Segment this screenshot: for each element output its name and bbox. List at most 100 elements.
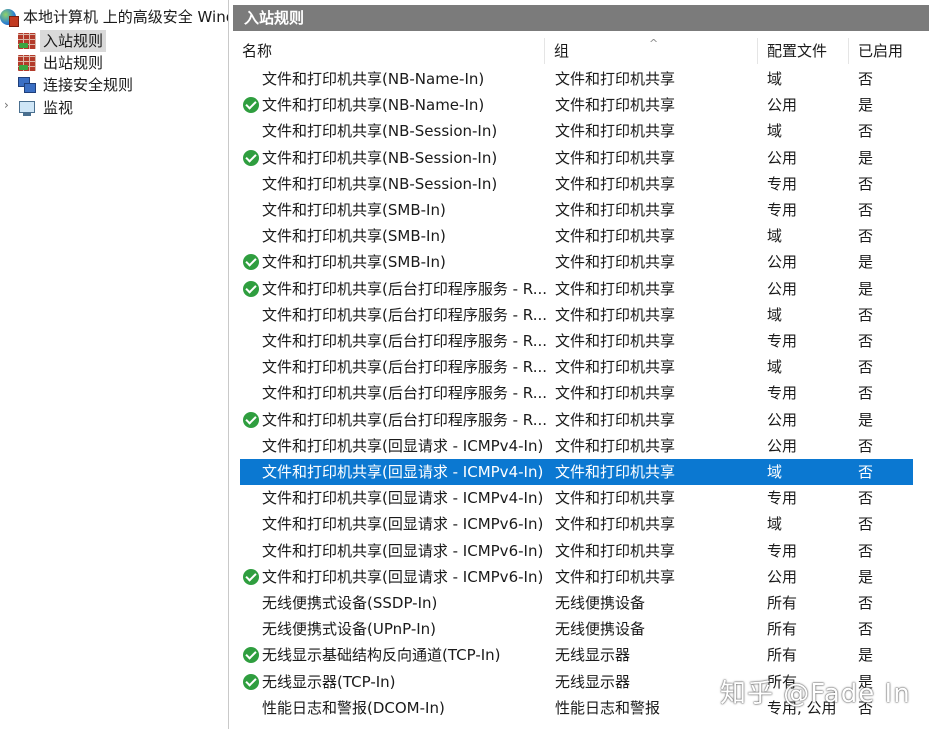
rule-enabled-cell: 否 (858, 384, 874, 403)
rule-enabled-cell: 否 (858, 515, 874, 534)
table-row[interactable]: 文件和打印机共享(回显请求 - ICMPv6-In) 文件和打印机共享 域 否 (240, 511, 913, 537)
enabled-check-icon (243, 254, 259, 271)
inbound-rules-icon (18, 33, 36, 49)
rule-group-cell: 文件和打印机共享 (555, 358, 676, 377)
rule-name-cell: 文件和打印机共享(回显请求 - ICMPv6-In) (262, 541, 544, 560)
rule-profile-cell: 公用 (767, 148, 798, 167)
table-row[interactable]: 无线便携式设备(UPnP-In) 无线便携设备 所有 否 (240, 616, 913, 642)
rule-profile-cell: 所有 (767, 620, 798, 639)
table-row[interactable]: 文件和打印机共享(回显请求 - ICMPv4-In) 文件和打印机共享 公用 否 (240, 433, 913, 459)
rule-profile-cell: 所有 (767, 646, 798, 665)
rule-name-cell: 文件和打印机共享(SMB-In) (262, 201, 446, 219)
rule-name-cell: 无线显示器(TCP-In) (262, 672, 396, 691)
column-header-name[interactable]: 名称 (233, 38, 545, 64)
table-row[interactable]: 文件和打印机共享(SMB-In) 文件和打印机共享 公用 是 (240, 249, 913, 275)
rule-enabled-cell: 是 (858, 96, 874, 115)
enabled-check-icon (243, 647, 259, 664)
rule-profile-cell: 专用 (767, 174, 798, 193)
rule-name-cell: 文件和打印机共享(NB-Name-In) (262, 96, 485, 115)
rule-name-cell: 文件和打印机共享(后台打印程序服务 - R... (262, 410, 547, 429)
rule-profile-cell: 域 (767, 70, 783, 88)
column-header-label: 已启用 (858, 42, 904, 60)
table-row[interactable]: 文件和打印机共享(后台打印程序服务 - R... 文件和打印机共享 专用 否 (240, 328, 913, 354)
rule-name-cell: 性能日志和警报(DCOM-In) (262, 698, 445, 717)
table-row[interactable]: 文件和打印机共享(后台打印程序服务 - R... 文件和打印机共享 域 否 (240, 302, 913, 328)
rule-group-cell: 文件和打印机共享 (555, 463, 676, 481)
results-pane: 入站规则 名称 组 ^ 配置文件 已启用 文件和打印机共享(NB-Name-In… (233, 0, 929, 729)
rule-profile-cell: 公用 (767, 567, 798, 586)
table-row[interactable]: 文件和打印机共享(后台打印程序服务 - R... 文件和打印机共享 域 否 (240, 354, 913, 380)
table-row[interactable]: 文件和打印机共享(回显请求 - ICMPv6-In) 文件和打印机共享 公用 是 (240, 564, 913, 590)
rule-group-cell: 文件和打印机共享 (555, 436, 676, 455)
rule-group-cell: 无线便携设备 (555, 620, 646, 639)
enabled-check-icon (243, 673, 259, 690)
table-row[interactable]: 无线便携式设备(SSDP-In) 无线便携设备 所有 否 (240, 590, 913, 616)
tree-item-connection-security-rules[interactable]: 连接安全规则 (18, 74, 136, 96)
rule-enabled-cell: 是 (858, 148, 874, 167)
rule-group-cell: 文件和打印机共享 (555, 227, 676, 246)
rule-enabled-cell: 是 (858, 253, 874, 272)
table-row[interactable]: 文件和打印机共享(回显请求 - ICMPv6-In) 文件和打印机共享 专用 否 (240, 538, 913, 564)
column-header-profile[interactable]: 配置文件 (758, 38, 849, 64)
enabled-check-icon (243, 568, 259, 585)
rule-group-cell: 文件和打印机共享 (555, 253, 676, 272)
rule-group-cell: 文件和打印机共享 (555, 148, 676, 167)
table-row[interactable]: 文件和打印机共享(后台打印程序服务 - R... 文件和打印机共享 公用 是 (240, 407, 913, 433)
column-header-enabled[interactable]: 已启用 (849, 38, 929, 64)
rule-name-cell: 文件和打印机共享(NB-Session-In) (262, 174, 498, 193)
rule-group-cell: 文件和打印机共享 (555, 410, 676, 429)
table-row[interactable]: 文件和打印机共享(后台打印程序服务 - R... 文件和打印机共享 专用 否 (240, 380, 913, 406)
table-row[interactable]: 文件和打印机共享(NB-Session-In) 文件和打印机共享 专用 否 (240, 171, 913, 197)
table-row[interactable]: 文件和打印机共享(回显请求 - ICMPv4-In) 文件和打印机共享 专用 否 (240, 485, 913, 511)
rule-enabled-cell: 否 (858, 174, 874, 193)
rule-enabled-cell: 否 (858, 332, 874, 350)
table-row[interactable]: 文件和打印机共享(NB-Name-In) 文件和打印机共享 公用 是 (240, 92, 913, 118)
rule-profile-cell: 域 (767, 227, 783, 246)
rule-group-cell: 文件和打印机共享 (555, 122, 676, 141)
tree-item-label: 出站规则 (43, 54, 104, 72)
rule-name-cell: 文件和打印机共享(后台打印程序服务 - R... (262, 332, 547, 350)
rule-enabled-cell: 否 (858, 358, 874, 377)
rule-group-cell: 无线便携设备 (555, 594, 646, 612)
rule-name-cell: 无线便携式设备(UPnP-In) (262, 620, 437, 639)
table-row[interactable]: 文件和打印机共享(NB-Name-In) 文件和打印机共享 域 否 (240, 66, 913, 92)
rule-group-cell: 文件和打印机共享 (555, 332, 676, 350)
enabled-check-icon (243, 97, 259, 114)
rule-name-cell: 文件和打印机共享(后台打印程序服务 - R... (262, 358, 547, 377)
table-row[interactable]: 文件和打印机共享(NB-Session-In) 文件和打印机共享 公用 是 (240, 145, 913, 171)
rule-name-cell: 文件和打印机共享(回显请求 - ICMPv4-In) (262, 463, 544, 481)
table-row[interactable]: 文件和打印机共享(后台打印程序服务 - R... 文件和打印机共享 公用 是 (240, 276, 913, 302)
tree-item-label: 连接安全规则 (43, 76, 134, 94)
rule-profile-cell: 公用 (767, 253, 798, 272)
enabled-check-icon (243, 149, 259, 166)
tree-root-item[interactable]: 本地计算机 上的高级安全 Windows (0, 6, 228, 28)
rule-profile-cell: 所有 (767, 594, 798, 612)
rule-group-cell: 文件和打印机共享 (555, 201, 676, 219)
rule-enabled-cell: 是 (858, 410, 874, 429)
tree-item-inbound-rules[interactable]: 入站规则 (18, 30, 107, 52)
enabled-check-icon (243, 411, 259, 428)
rule-group-cell: 文件和打印机共享 (555, 174, 676, 193)
rule-enabled-cell: 否 (858, 463, 874, 481)
rule-name-cell: 文件和打印机共享(后台打印程序服务 - R... (262, 384, 547, 403)
table-row[interactable]: 文件和打印机共享(NB-Session-In) 文件和打印机共享 域 否 (240, 118, 913, 144)
rule-group-cell: 文件和打印机共享 (555, 305, 676, 324)
outbound-rules-icon (18, 55, 36, 71)
rule-name-cell: 文件和打印机共享(回显请求 - ICMPv6-In) (262, 567, 544, 586)
column-header-label: 名称 (242, 42, 273, 60)
tree-item-outbound-rules[interactable]: 出站规则 (18, 52, 106, 74)
table-row[interactable]: 文件和打印机共享(SMB-In) 文件和打印机共享 专用 否 (240, 197, 913, 223)
rule-name-cell: 文件和打印机共享(后台打印程序服务 - R... (262, 279, 547, 298)
connection-security-icon (18, 77, 36, 93)
tree-root-label: 本地计算机 上的高级安全 Windows (23, 8, 228, 26)
rule-name-cell: 无线显示基础结构反向通道(TCP-In) (262, 646, 501, 665)
table-row[interactable]: 文件和打印机共享(SMB-In) 文件和打印机共享 域 否 (240, 223, 913, 249)
rule-name-cell: 文件和打印机共享(NB-Session-In) (262, 148, 498, 167)
watermark: 知乎 @Fade In (720, 679, 911, 709)
tree-item-monitoring[interactable]: 监视 (18, 97, 76, 119)
rule-enabled-cell: 否 (858, 305, 874, 324)
rule-name-cell: 文件和打印机共享(NB-Name-In) (262, 70, 485, 88)
table-row[interactable]: 无线显示基础结构反向通道(TCP-In) 无线显示器 所有 是 (240, 642, 913, 668)
table-row[interactable]: 文件和打印机共享(回显请求 - ICMPv4-In) 文件和打印机共享 域 否 (240, 459, 913, 485)
expand-chevron-icon[interactable]: › (4, 98, 9, 112)
